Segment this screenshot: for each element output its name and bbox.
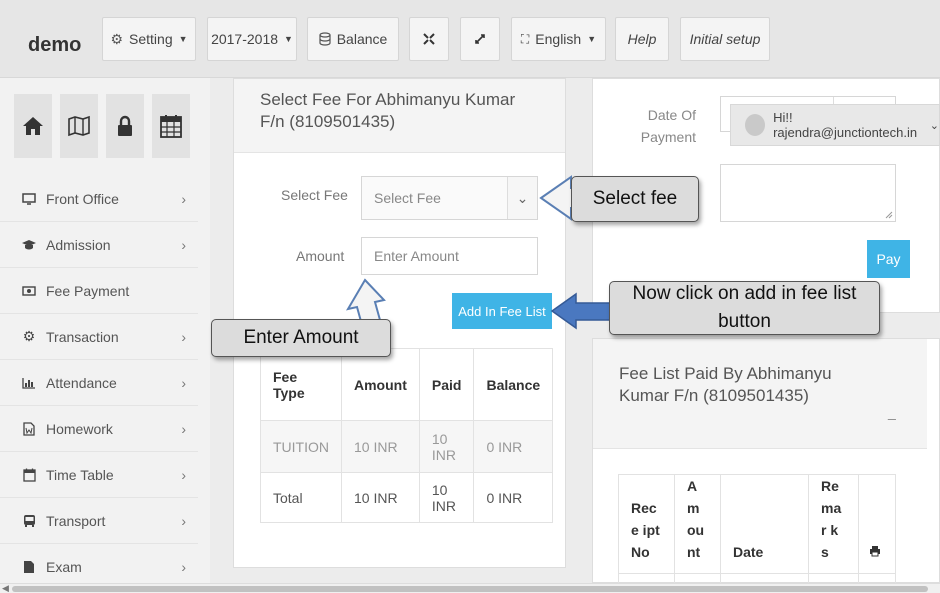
callout-select-fee: Select fee	[571, 176, 699, 222]
horizontal-scrollbar[interactable]: ◀	[0, 583, 940, 593]
callout-add-fee-list: Now click on add in fee list button	[609, 281, 880, 335]
arrow-left-icon	[550, 292, 615, 330]
callout-enter-amount: Enter Amount	[211, 319, 391, 357]
scrollbar-thumb[interactable]	[12, 586, 928, 592]
scroll-left-icon[interactable]: ◀	[2, 583, 9, 593]
